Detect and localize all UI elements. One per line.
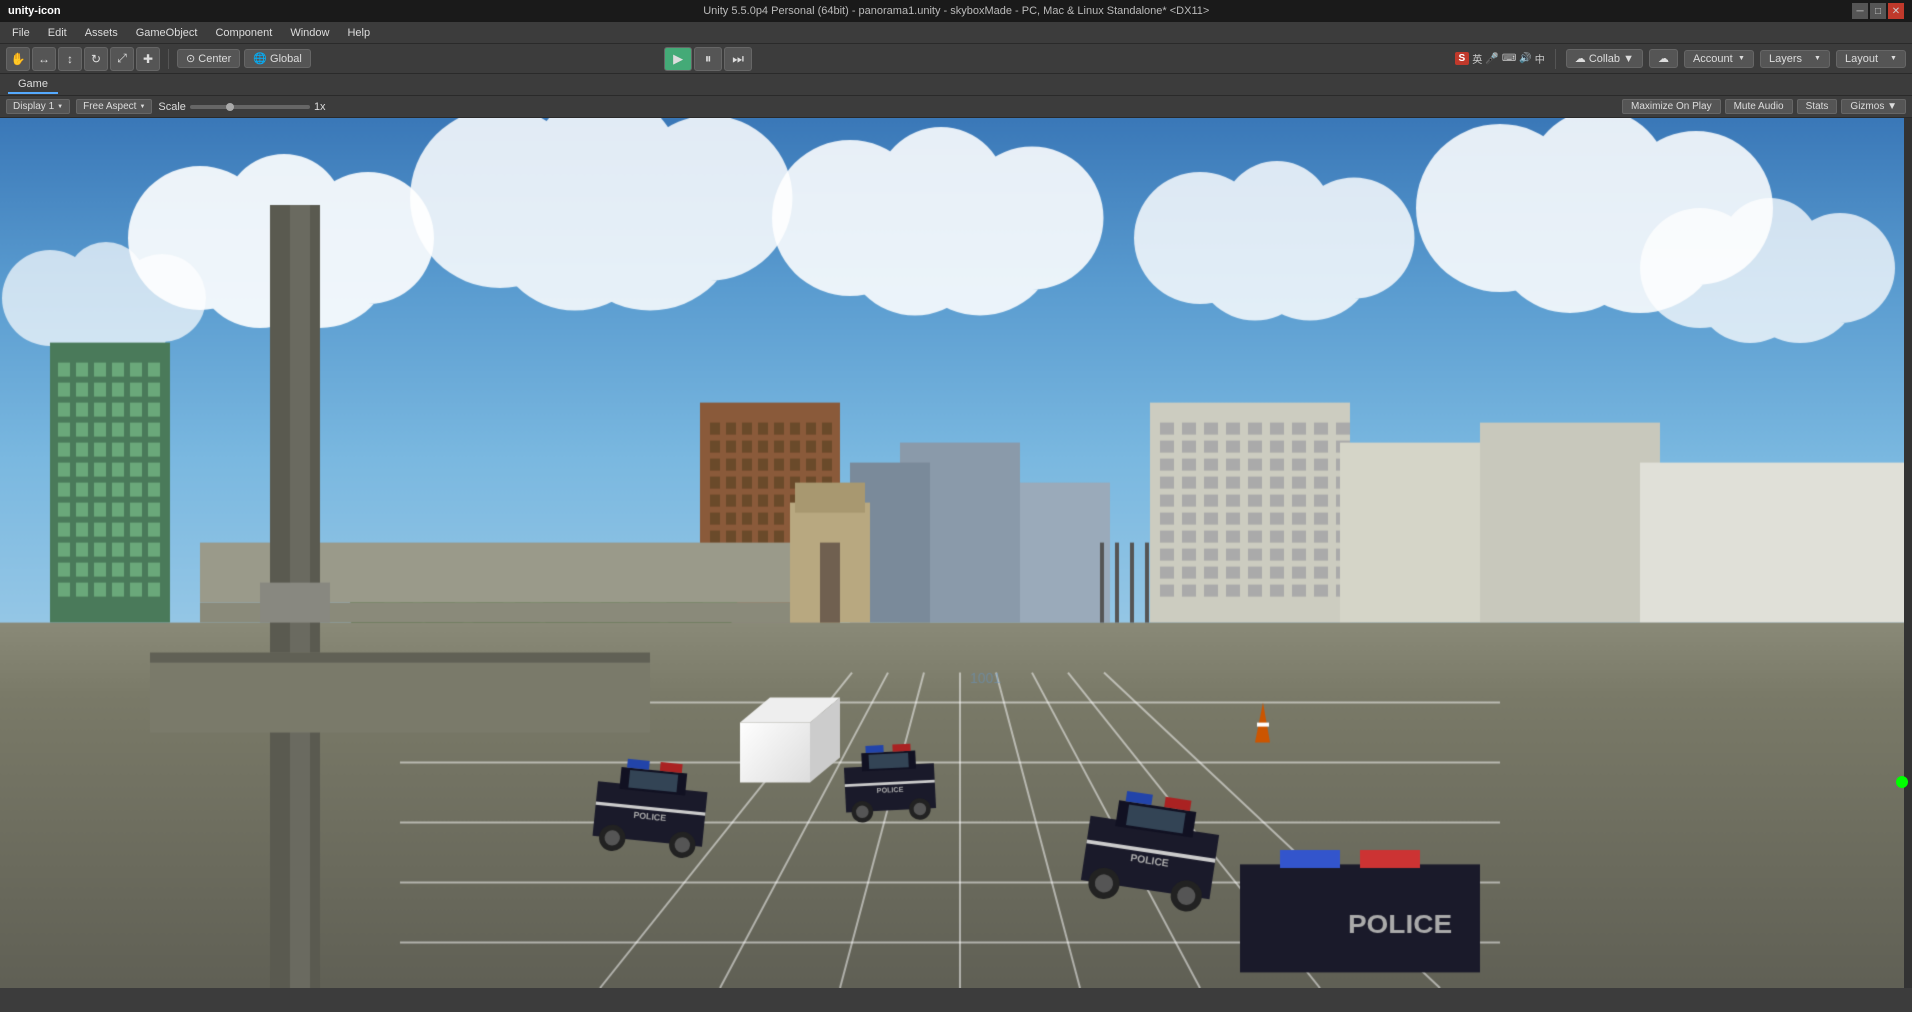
scene-canvas <box>0 118 1912 988</box>
maximize-button[interactable]: □ <box>1870 3 1886 19</box>
title-text: Unity 5.5.0p4 Personal (64bit) - panoram… <box>67 5 1846 17</box>
menu-window[interactable]: Window <box>282 25 337 41</box>
account-dropdown[interactable]: Account <box>1684 50 1754 68</box>
layers-dropdown[interactable]: Layers <box>1760 50 1830 68</box>
separator-2 <box>1555 49 1556 69</box>
game-tab-label: Game <box>18 78 48 90</box>
aspect-ratio-dropdown[interactable]: Free Aspect <box>76 99 152 114</box>
menu-component[interactable]: Component <box>207 25 280 41</box>
collab-button[interactable]: ☁ Collab ▼ <box>1566 49 1643 68</box>
menu-help[interactable]: Help <box>339 25 378 41</box>
menu-file[interactable]: File <box>4 25 38 41</box>
window-controls: ─ □ ✕ <box>1852 3 1904 19</box>
pause-button[interactable]: ⏸ <box>694 47 722 71</box>
close-button[interactable]: ✕ <box>1888 3 1904 19</box>
scale-label: Scale <box>158 101 186 113</box>
viewport-scrollbar[interactable] <box>1904 118 1912 988</box>
display-dropdown[interactable]: Display 1 <box>6 99 70 114</box>
game-right-buttons: Maximize On Play Mute Audio Stats Gizmos… <box>1622 99 1906 114</box>
transform-tools: ✋ ↔ ↕ ↻ ⤢ ✚ <box>6 47 160 71</box>
minimize-button[interactable]: ─ <box>1852 3 1868 19</box>
global-local-button[interactable]: 🌐 Global <box>244 49 311 68</box>
stats-button[interactable]: Stats <box>1797 99 1838 114</box>
rect-tool[interactable]: ⤢ <box>110 47 134 71</box>
right-toolbar: S 英 🎤 ⌨ 🔊 中 ☁ Collab ▼ ☁ Account Layers … <box>1455 49 1906 69</box>
hand-tool[interactable]: ✋ <box>6 47 30 71</box>
scale-section: Scale 1x <box>158 101 325 113</box>
status-indicator <box>1896 776 1908 788</box>
separator-1 <box>168 49 169 69</box>
gizmos-button[interactable]: Gizmos ▼ <box>1841 99 1906 114</box>
scale-slider-handle <box>226 103 234 111</box>
title-bar: unity-icon Unity 5.5.0p4 Personal (64bit… <box>0 0 1912 22</box>
unity-logo: unity-icon <box>8 5 61 17</box>
scale-tool[interactable]: ↻ <box>84 47 108 71</box>
step-button[interactable]: ⏭ <box>724 47 752 71</box>
menu-gameobject[interactable]: GameObject <box>128 25 206 41</box>
game-viewport <box>0 118 1912 988</box>
cloud-button[interactable]: ☁ <box>1649 49 1678 68</box>
display-label: Display 1 <box>13 101 54 112</box>
scale-value: 1x <box>314 101 326 113</box>
rotate-tool[interactable]: ↕ <box>58 47 82 71</box>
main-toolbar: ✋ ↔ ↕ ↻ ⤢ ✚ ⊙ Center 🌐 Global ▶ ⏸ ⏭ S 英 … <box>0 44 1912 74</box>
ime-label: 英 <box>1472 51 1482 66</box>
menu-edit[interactable]: Edit <box>40 25 75 41</box>
ime-extra1: ⌨ <box>1502 53 1516 64</box>
play-button[interactable]: ▶ <box>664 47 692 71</box>
transform-tool[interactable]: ✚ <box>136 47 160 71</box>
aspect-ratio-label: Free Aspect <box>83 101 136 112</box>
center-pivot-button[interactable]: ⊙ Center <box>177 49 240 68</box>
ime-extra3: 中 <box>1535 51 1545 66</box>
play-controls: ▶ ⏸ ⏭ <box>664 47 752 71</box>
menu-bar: File Edit Assets GameObject Component Wi… <box>0 22 1912 44</box>
menu-assets[interactable]: Assets <box>77 25 126 41</box>
scale-slider[interactable] <box>190 105 310 109</box>
maximize-on-play-button[interactable]: Maximize On Play <box>1622 99 1721 114</box>
ime-toolbar: S 英 🎤 ⌨ 🔊 中 <box>1455 51 1545 66</box>
game-tab[interactable]: Game <box>8 76 58 94</box>
game-toolbar: Display 1 Free Aspect Scale 1x Maximize … <box>0 96 1912 118</box>
game-panel-header: Game <box>0 74 1912 96</box>
ime-extra2: 🔊 <box>1519 53 1531 64</box>
ime-mic: 🎤 <box>1485 52 1499 65</box>
ime-icon: S <box>1455 52 1470 65</box>
layout-dropdown[interactable]: Layout <box>1836 50 1906 68</box>
move-tool[interactable]: ↔ <box>32 47 56 71</box>
mute-audio-button[interactable]: Mute Audio <box>1725 99 1793 114</box>
